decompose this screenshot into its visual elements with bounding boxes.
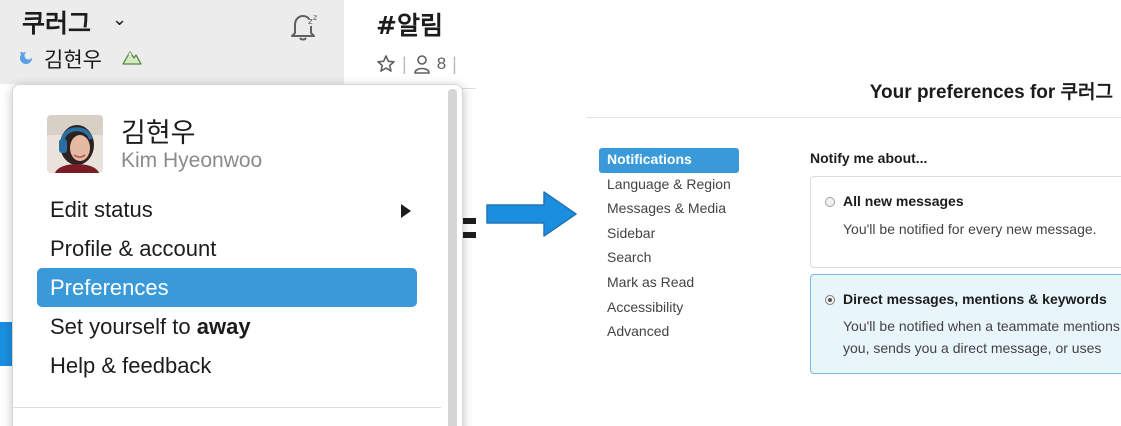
bell-snooze-icon[interactable]: z z xyxy=(286,9,320,43)
channel-title[interactable]: #알림 xyxy=(376,6,443,42)
channel-meta: | 8 | xyxy=(376,52,457,76)
menu-item-preferences[interactable]: Preferences xyxy=(37,268,417,307)
separator: | xyxy=(402,53,407,74)
nav-item-mark-as-read[interactable]: Mark as Read xyxy=(599,271,739,296)
option-description: You'll be notified for every new message… xyxy=(843,221,1097,237)
svg-text:z: z xyxy=(313,13,317,22)
submenu-arrow-icon xyxy=(401,204,411,218)
mountain-status-icon xyxy=(122,51,142,65)
option-direct-mentions-keywords[interactable]: Direct messages, mentions & keywords You… xyxy=(810,274,1121,374)
menu-item-help-feedback[interactable]: Help & feedback xyxy=(37,346,417,385)
nav-item-advanced[interactable]: Advanced xyxy=(599,320,739,345)
person-icon[interactable] xyxy=(413,54,431,74)
nav-item-accessibility[interactable]: Accessibility xyxy=(599,296,739,321)
selected-channel-strip xyxy=(0,322,12,366)
menu-item-label: Profile & account xyxy=(50,236,217,261)
nav-item-sidebar[interactable]: Sidebar xyxy=(599,222,739,247)
divider xyxy=(586,117,1121,118)
star-icon[interactable] xyxy=(376,54,396,74)
preferences-dialog: Your preferences for 쿠러그 Notifications L… xyxy=(586,0,1121,426)
presence-away-icon xyxy=(20,51,33,64)
radio-button-selected[interactable] xyxy=(825,295,835,305)
member-count[interactable]: 8 xyxy=(437,54,446,74)
preferences-nav: Notifications Language & Region Messages… xyxy=(599,148,739,345)
chevron-down-icon[interactable]: ⌄ xyxy=(112,9,127,30)
menu-item-label: Preferences xyxy=(50,275,169,300)
nav-item-notifications[interactable]: Notifications xyxy=(599,148,739,173)
option-title: Direct messages, mentions & keywords xyxy=(843,291,1107,307)
workspace-name[interactable]: 쿠러그 xyxy=(22,4,91,40)
menu-item-profile-account[interactable]: Profile & account xyxy=(37,229,417,268)
preferences-title: Your preferences for 쿠러그 xyxy=(869,82,1113,103)
option-title: All new messages xyxy=(843,193,964,209)
scrollbar[interactable] xyxy=(448,89,457,426)
nav-item-search[interactable]: Search xyxy=(599,246,739,271)
radio-button[interactable] xyxy=(825,197,835,207)
menu-item-label: Edit status xyxy=(50,197,153,222)
option-description: You'll be notified when a teammate menti… xyxy=(843,318,1120,356)
user-menu: 김현우 Kim Hyeonwoo Edit status Profile & a… xyxy=(12,84,463,426)
slack-window: 쿠러그 ⌄ z z 김현우 #알림 | 8 | 김현우 Kim Hyeonwoo… xyxy=(0,0,476,426)
user-menu-list: Edit status Profile & account Preference… xyxy=(37,190,417,385)
menu-item-label: Set yourself to xyxy=(50,314,197,339)
nav-item-language-region[interactable]: Language & Region xyxy=(599,173,739,198)
workspace-header[interactable]: 쿠러그 ⌄ z z 김현우 xyxy=(0,0,344,84)
arrow-right-icon xyxy=(486,191,577,237)
profile-display-name: 김현우 xyxy=(121,118,196,149)
option-all-new-messages[interactable]: All new messages You'll be notified for … xyxy=(810,176,1121,268)
nav-item-messages-media[interactable]: Messages & Media xyxy=(599,197,739,222)
notify-heading: Notify me about... xyxy=(810,150,928,166)
menu-item-label-bold: away xyxy=(196,314,251,339)
current-user-name: 김현우 xyxy=(44,48,102,72)
menu-item-label: Help & feedback xyxy=(50,353,212,378)
avatar xyxy=(47,115,103,173)
profile-full-name: Kim Hyeonwoo xyxy=(121,149,263,172)
separator: | xyxy=(452,53,457,74)
divider xyxy=(13,407,441,408)
menu-item-set-away[interactable]: Set yourself to away xyxy=(37,307,417,346)
menu-item-edit-status[interactable]: Edit status xyxy=(37,190,417,229)
